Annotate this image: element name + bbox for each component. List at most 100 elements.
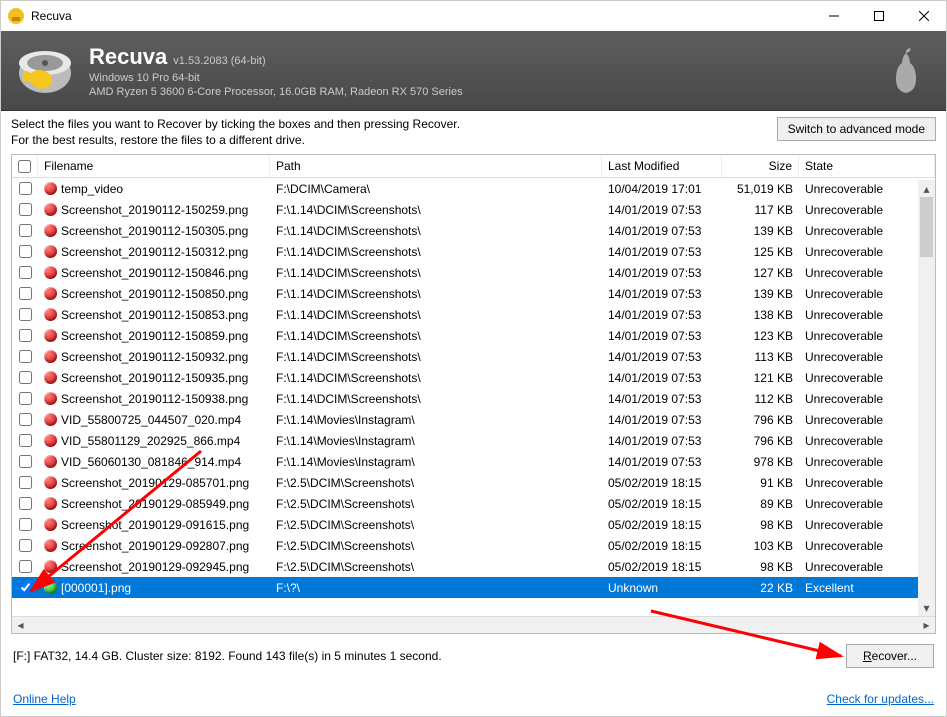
row-checkbox[interactable] xyxy=(19,308,32,321)
row-checkbox[interactable] xyxy=(19,392,32,405)
table-row[interactable]: Screenshot_20190112-150938.pngF:\1.14\DC… xyxy=(12,388,935,409)
scroll-thumb[interactable] xyxy=(920,197,933,257)
instructions-bar: Select the files you want to Recover by … xyxy=(1,111,946,150)
path-text: F:\2.5\DCIM\Screenshots\ xyxy=(270,476,602,490)
table-body[interactable]: temp_videoF:\DCIM\Camera\10/04/2019 17:0… xyxy=(12,178,935,616)
recover-button[interactable]: Recover... xyxy=(846,644,934,668)
scroll-down-icon[interactable]: ▾ xyxy=(918,599,935,616)
modified-text: 14/01/2019 07:53 xyxy=(602,224,722,238)
row-checkbox[interactable] xyxy=(19,266,32,279)
row-checkbox[interactable] xyxy=(19,560,32,573)
status-dot-icon xyxy=(44,329,57,342)
row-checkbox[interactable] xyxy=(19,350,32,363)
table-row[interactable]: Screenshot_20190112-150846.pngF:\1.14\DC… xyxy=(12,262,935,283)
column-modified[interactable]: Last Modified xyxy=(602,155,722,177)
table-row[interactable]: Screenshot_20190112-150312.pngF:\1.14\DC… xyxy=(12,241,935,262)
column-state[interactable]: State xyxy=(799,155,935,177)
instruction-line-2: For the best results, restore the files … xyxy=(11,133,777,149)
filename-text: Screenshot_20190112-150853.png xyxy=(61,308,248,322)
scroll-up-icon[interactable]: ▴ xyxy=(918,180,935,197)
check-updates-link[interactable]: Check for updates... xyxy=(827,692,934,706)
table-row[interactable]: temp_videoF:\DCIM\Camera\10/04/2019 17:0… xyxy=(12,178,935,199)
scroll-right-icon[interactable]: ▸ xyxy=(918,617,935,634)
table-row[interactable]: Screenshot_20190112-150850.pngF:\1.14\DC… xyxy=(12,283,935,304)
row-checkbox[interactable] xyxy=(19,371,32,384)
table-row[interactable]: VID_55800725_044507_020.mp4F:\1.14\Movie… xyxy=(12,409,935,430)
table-row[interactable]: Screenshot_20190112-150259.pngF:\1.14\DC… xyxy=(12,199,935,220)
size-text: 139 KB xyxy=(722,287,799,301)
column-path[interactable]: Path xyxy=(270,155,602,177)
column-filename[interactable]: Filename xyxy=(38,155,270,177)
row-checkbox[interactable] xyxy=(19,413,32,426)
row-checkbox[interactable] xyxy=(19,476,32,489)
table-row[interactable]: Screenshot_20190129-085949.pngF:\2.5\DCI… xyxy=(12,493,935,514)
size-text: 796 KB xyxy=(722,413,799,427)
table-row[interactable]: Screenshot_20190129-092945.pngF:\2.5\DCI… xyxy=(12,556,935,577)
row-checkbox[interactable] xyxy=(19,182,32,195)
table-row[interactable]: Screenshot_20190112-150305.pngF:\1.14\DC… xyxy=(12,220,935,241)
table-row[interactable]: [000001].pngF:\?\Unknown22 KBExcellent xyxy=(12,577,935,598)
path-text: F:\1.14\DCIM\Screenshots\ xyxy=(270,371,602,385)
modified-text: 14/01/2019 07:53 xyxy=(602,455,722,469)
select-all-checkbox[interactable] xyxy=(18,160,31,173)
table-row[interactable]: Screenshot_20190112-150932.pngF:\1.14\DC… xyxy=(12,346,935,367)
status-dot-icon xyxy=(44,266,57,279)
state-text: Unrecoverable xyxy=(799,266,935,280)
table-row[interactable]: Screenshot_20190112-150935.png F:\1.14\DC… xyxy=(12,367,935,388)
filename-text: Screenshot_20190112-150305.png xyxy=(61,224,248,238)
state-text: Unrecoverable xyxy=(799,308,935,322)
row-checkbox[interactable] xyxy=(19,245,32,258)
table-row[interactable]: VID_56060130_081846_914.mp4F:\1.14\Movie… xyxy=(12,451,935,472)
size-text: 139 KB xyxy=(722,224,799,238)
filename-text: Screenshot_20190112-150935.png xyxy=(61,371,248,385)
filename-text: VID_56060130_081846_914.mp4 xyxy=(61,455,241,469)
modified-text: 14/01/2019 07:53 xyxy=(602,266,722,280)
row-checkbox[interactable] xyxy=(19,581,32,594)
vertical-scrollbar[interactable]: ▴ ▾ xyxy=(918,180,935,616)
path-text: F:\1.14\DCIM\Screenshots\ xyxy=(270,266,602,280)
row-checkbox[interactable] xyxy=(19,539,32,552)
row-checkbox[interactable] xyxy=(19,287,32,300)
status-dot-icon xyxy=(44,224,57,237)
row-checkbox[interactable] xyxy=(19,518,32,531)
status-dot-icon xyxy=(44,413,57,426)
size-text: 113 KB xyxy=(722,350,799,364)
piriform-logo-icon xyxy=(886,45,926,97)
state-text: Unrecoverable xyxy=(799,245,935,259)
column-size[interactable]: Size xyxy=(722,155,799,177)
path-text: F:\1.14\DCIM\Screenshots\ xyxy=(270,245,602,259)
online-help-link[interactable]: Online Help xyxy=(13,692,76,706)
maximize-button[interactable] xyxy=(856,1,901,31)
table-row[interactable]: Screenshot_20190129-092807.pngF:\2.5\DCI… xyxy=(12,535,935,556)
size-text: 103 KB xyxy=(722,539,799,553)
row-checkbox[interactable] xyxy=(19,434,32,447)
table-row[interactable]: Screenshot_20190129-085701.pngF:\2.5\DCI… xyxy=(12,472,935,493)
row-checkbox[interactable] xyxy=(19,497,32,510)
size-text: 123 KB xyxy=(722,329,799,343)
minimize-button[interactable] xyxy=(811,1,856,31)
advanced-mode-button[interactable]: Switch to advanced mode xyxy=(777,117,936,141)
row-checkbox[interactable] xyxy=(19,455,32,468)
app-version: v1.53.2083 (64-bit) xyxy=(173,55,265,67)
row-checkbox[interactable] xyxy=(19,329,32,342)
state-text: Unrecoverable xyxy=(799,497,935,511)
status-dot-icon xyxy=(44,308,57,321)
table-row[interactable]: VID_55801129_202925_866.mp4F:\1.14\Movie… xyxy=(12,430,935,451)
status-dot-icon xyxy=(44,350,57,363)
table-row[interactable]: Screenshot_20190112-150859.pngF:\1.14\DC… xyxy=(12,325,935,346)
file-list: Filename Path Last Modified Size State t… xyxy=(11,154,936,634)
size-text: 89 KB xyxy=(722,497,799,511)
path-text: F:\DCIM\Camera\ xyxy=(270,182,602,196)
table-row[interactable]: Screenshot_20190129-091615.pngF:\2.5\DCI… xyxy=(12,514,935,535)
state-text: Excellent xyxy=(799,581,935,595)
modified-text: 05/02/2019 18:15 xyxy=(602,539,722,553)
close-button[interactable] xyxy=(901,1,946,31)
table-row[interactable]: Screenshot_20190112-150853.pngF:\1.14\DC… xyxy=(12,304,935,325)
modified-text: 14/01/2019 07:53 xyxy=(602,392,722,406)
row-checkbox[interactable] xyxy=(19,203,32,216)
window-title: Recuva xyxy=(31,9,811,23)
horizontal-scrollbar[interactable]: ◂ ▸ xyxy=(12,616,935,633)
row-checkbox[interactable] xyxy=(19,224,32,237)
scroll-left-icon[interactable]: ◂ xyxy=(12,617,29,634)
size-text: 796 KB xyxy=(722,434,799,448)
